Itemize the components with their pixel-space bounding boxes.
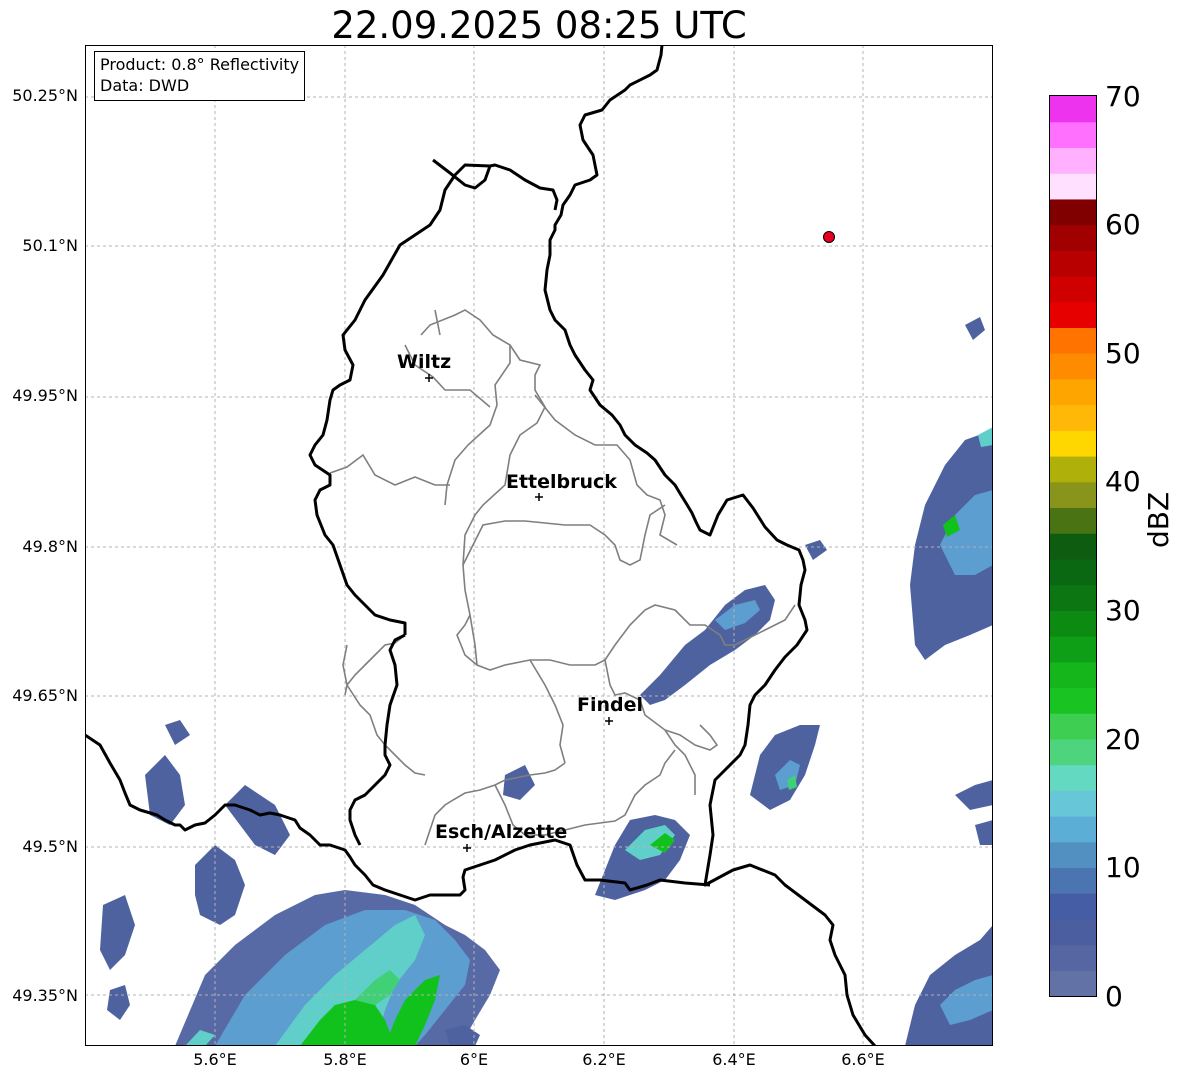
colorbar-swatch — [1050, 661, 1096, 689]
lon-label-6-2: 6.2°E — [582, 1050, 626, 1069]
colorbar-swatch — [1050, 816, 1096, 843]
colorbar-swatch — [1050, 867, 1096, 894]
lon-label-5-8: 5.8°E — [323, 1050, 367, 1069]
colorbar-swatch — [1050, 96, 1096, 123]
colorbar-swatch — [1050, 533, 1096, 560]
colorbar-swatch — [1050, 327, 1096, 354]
colorbar-swatch — [1050, 198, 1096, 226]
colorbar-swatch — [1050, 173, 1096, 200]
colorbar-swatch — [1050, 970, 1096, 997]
map-title: 22.09.2025 08:25 UTC — [331, 4, 747, 47]
colorbar-swatch — [1050, 404, 1096, 431]
colorbar-swatch — [1050, 378, 1096, 406]
colorbar-tick-50: 50 — [1105, 337, 1141, 370]
colorbar-swatch — [1050, 353, 1096, 380]
colorbar-tick-20: 20 — [1105, 723, 1141, 756]
city-label-findel: Findel — [577, 694, 643, 716]
colorbar-tick-10: 10 — [1105, 851, 1141, 884]
lat-label-50-1: 50.1°N — [22, 236, 78, 255]
colorbar-tick-70: 70 — [1105, 80, 1141, 113]
colorbar-tick-30: 30 — [1105, 594, 1141, 627]
radar-site-marker[interactable] — [823, 231, 835, 243]
colorbar-swatch — [1050, 224, 1096, 251]
data-source-label: Data: DWD — [100, 76, 190, 95]
colorbar-swatch — [1050, 430, 1096, 457]
colorbar-tick-40: 40 — [1105, 465, 1141, 498]
colorbar-swatch — [1050, 893, 1096, 920]
radar-map[interactable]: Wiltz Ettelbruck Findel Esch/Alzette — [85, 45, 993, 1046]
colorbar-swatch — [1050, 301, 1096, 329]
colorbar-swatch — [1050, 276, 1096, 303]
colorbar-swatch — [1050, 584, 1096, 611]
colorbar-swatch — [1050, 944, 1096, 971]
colorbar-swatch — [1050, 918, 1096, 946]
colorbar-tick-0: 0 — [1105, 980, 1123, 1013]
colorbar-swatch — [1050, 713, 1096, 740]
colorbar-swatch — [1050, 250, 1096, 277]
city-label-ettelbruck: Ettelbruck — [506, 471, 617, 493]
product-info-box: Product: 0.8° Reflectivity Data: DWD — [94, 51, 306, 101]
colorbar-swatch — [1050, 610, 1096, 637]
colorbar-swatch — [1050, 147, 1096, 174]
colorbar-swatch — [1050, 790, 1096, 817]
colorbar-swatch — [1050, 507, 1096, 534]
colorbar-swatch — [1050, 456, 1096, 483]
lon-label-5-6: 5.6°E — [193, 1050, 237, 1069]
lon-label-6: 6°E — [459, 1050, 489, 1069]
colorbar-unit-label: dBZ — [1142, 491, 1175, 548]
colorbar-swatch — [1050, 841, 1096, 869]
product-label: Product: 0.8° Reflectivity — [100, 55, 300, 74]
lat-label-49-35: 49.35°N — [12, 986, 78, 1005]
colorbar-swatch — [1050, 738, 1096, 766]
colorbar-swatch — [1050, 558, 1096, 586]
colorbar-swatch — [1050, 764, 1096, 791]
city-label-esch-alzette: Esch/Alzette — [435, 821, 567, 843]
colorbar-tick-60: 60 — [1105, 208, 1141, 241]
lat-label-49-8: 49.8°N — [22, 537, 78, 556]
lon-label-6-6: 6.6°E — [841, 1050, 885, 1069]
colorbar-swatch — [1050, 121, 1096, 149]
lat-label-49-95: 49.95°N — [12, 386, 78, 405]
lat-label-50-25: 50.25°N — [12, 86, 78, 105]
colorbar-swatch — [1050, 481, 1096, 509]
colorbar-swatch — [1050, 636, 1096, 663]
lat-label-49-5: 49.5°N — [22, 837, 78, 856]
city-label-wiltz: Wiltz — [397, 351, 451, 373]
lon-label-6-4: 6.4°E — [712, 1050, 756, 1069]
lat-label-49-65: 49.65°N — [12, 686, 78, 705]
colorbar-swatch — [1050, 687, 1096, 714]
colorbar — [1049, 95, 1097, 997]
